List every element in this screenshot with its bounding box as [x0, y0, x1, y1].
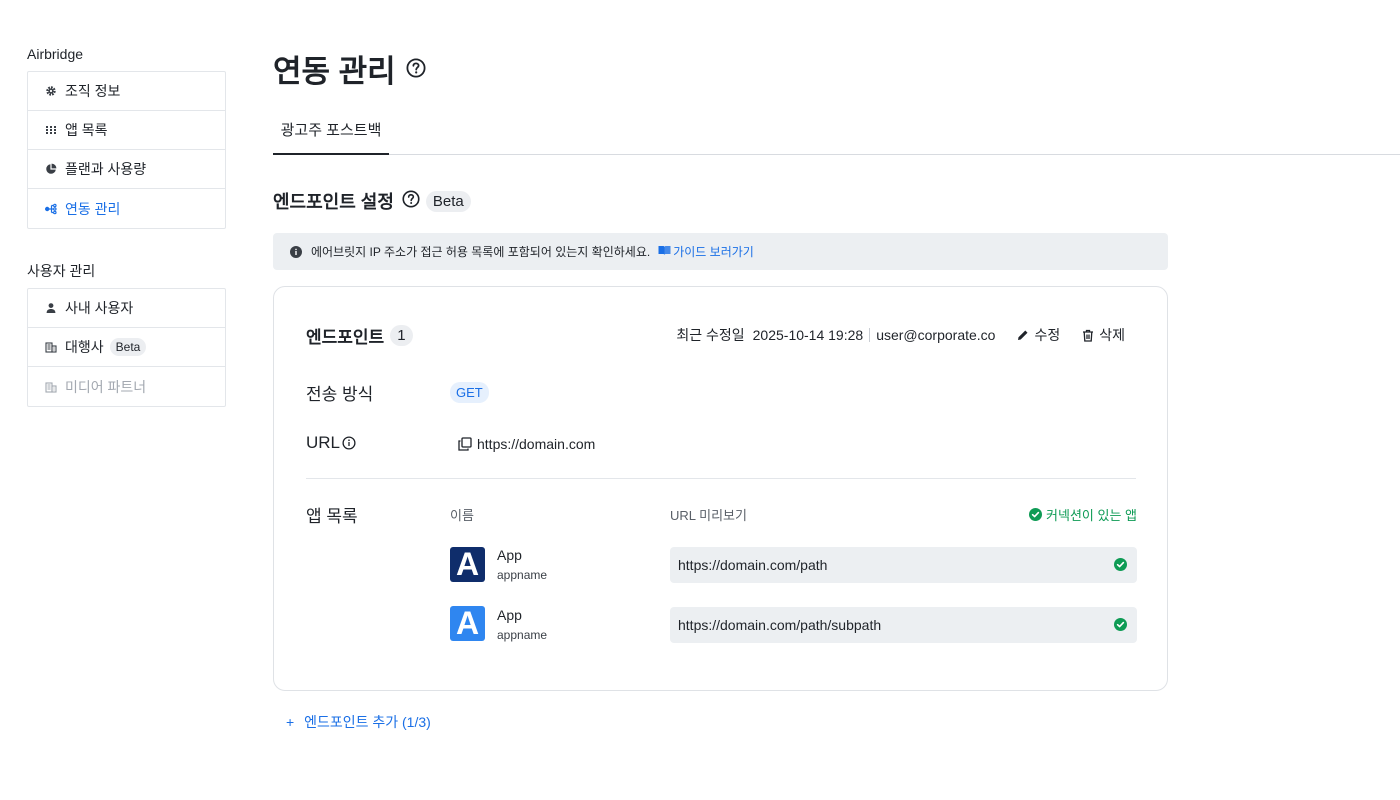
- sidebar-group-title-users: 사용자 관리: [27, 263, 96, 279]
- beta-badge: Beta: [109, 338, 147, 356]
- delete-label: 삭제: [1099, 327, 1125, 343]
- url-preview-field[interactable]: https://domain.com/path/subpath: [670, 607, 1137, 643]
- connected-apps-indicator: 커넥션이 있는 앱: [1029, 505, 1137, 524]
- check-circle-icon: [1114, 558, 1127, 571]
- sidebar-item-label: 조직 정보: [65, 83, 121, 99]
- sidebar-menu-airbridge: 조직 정보 앱 목록 플랜과 사용량 연동 관리: [27, 71, 226, 229]
- check-circle-icon: [1114, 618, 1127, 631]
- plus-icon: +: [286, 714, 295, 730]
- info-icon[interactable]: [342, 436, 356, 450]
- sidebar-item-media-partner[interactable]: 미디어 파트너: [28, 367, 225, 406]
- guide-link-label: 가이드 보러가기: [673, 245, 754, 259]
- modified-label: 최근 수정일: [676, 327, 745, 343]
- url-label: URL: [306, 433, 356, 453]
- sidebar-item-integration[interactable]: 연동 관리: [28, 189, 225, 228]
- method-label: 전송 방식: [306, 385, 374, 404]
- grid-icon: [45, 124, 57, 136]
- tab-advertiser-postback[interactable]: 광고주 포스트백: [273, 114, 389, 155]
- method-badge: GET: [450, 382, 489, 403]
- endpoint-card: 엔드포인트 1 최근 수정일 2025-10-14 19:28 user@cor…: [273, 286, 1168, 691]
- app-icon: A: [450, 546, 485, 582]
- endpoint-url[interactable]: https://domain.com: [458, 436, 595, 452]
- beta-badge: Beta: [425, 190, 471, 212]
- guide-link[interactable]: 가이드 보러가기: [658, 243, 754, 260]
- sidebar-item-agency[interactable]: 대행사 Beta: [28, 328, 225, 367]
- copy-icon[interactable]: [458, 437, 472, 451]
- column-header-url-preview: URL 미리보기: [670, 508, 747, 523]
- pencil-icon: [1018, 330, 1028, 340]
- modified-date: 2025-10-14 19:28: [752, 327, 864, 343]
- ip-allowlist-notice: 에어브릿지 IP 주소가 접근 허용 목록에 포함되어 있는지 확인하세요. 가…: [273, 233, 1168, 270]
- help-icon[interactable]: [402, 189, 420, 213]
- section-title: 엔드포인트 설정 Beta: [273, 188, 471, 214]
- connected-apps-label: 커넥션이 있는 앱: [1046, 508, 1137, 523]
- endpoint-meta: 최근 수정일 2025-10-14 19:28 user@corporate.c…: [676, 325, 1125, 345]
- sidebar-item-label: 앱 목록: [65, 122, 108, 138]
- endpoint-title-text: 엔드포인트: [306, 328, 385, 347]
- endpoint-count-badge: 1: [390, 325, 413, 346]
- sidebar-item-plan-usage[interactable]: 플랜과 사용량: [28, 150, 225, 189]
- app-subname: appname: [497, 568, 548, 582]
- sidebar-item-label: 사내 사용자: [65, 300, 134, 316]
- sidebar-item-label: 연동 관리: [65, 200, 121, 217]
- user-icon: [45, 302, 57, 314]
- modified-by: user@corporate.co: [876, 327, 996, 343]
- sidebar-item-label: 대행사: [65, 339, 104, 355]
- notice-text: 에어브릿지 IP 주소가 접근 허용 목록에 포함되어 있는지 확인하세요.: [311, 245, 651, 259]
- sidebar: Airbridge 조직 정보 앱 목록 플랜과 사용량 연동 관리 사용자 관…: [27, 44, 226, 407]
- sidebar-group-title-airbridge: Airbridge: [27, 46, 84, 62]
- page-title: 연동 관리: [273, 48, 426, 89]
- delete-button[interactable]: 삭제: [1082, 325, 1125, 345]
- sidebar-menu-users: 사내 사용자 대행사 Beta 미디어 파트너: [27, 288, 226, 407]
- app-subname: appname: [497, 628, 548, 642]
- endpoint-title: 엔드포인트 1: [306, 323, 413, 348]
- endpoint-url-text: https://domain.com: [477, 436, 596, 452]
- gear-icon: [45, 85, 57, 97]
- pie-chart-icon: [45, 163, 57, 175]
- sidebar-item-label: 미디어 파트너: [65, 378, 147, 395]
- trash-icon: [1083, 329, 1094, 342]
- help-icon[interactable]: [406, 50, 426, 86]
- app-icon: A: [450, 605, 485, 641]
- url-label-text: URL: [306, 433, 341, 452]
- integration-icon: [45, 203, 57, 215]
- sidebar-item-app-list[interactable]: 앱 목록: [28, 111, 225, 150]
- meta-divider: [869, 328, 871, 342]
- edit-label: 수정: [1034, 327, 1061, 343]
- page-title-text: 연동 관리: [273, 53, 396, 89]
- apps-label: 앱 목록: [306, 507, 358, 526]
- url-preview-text: https://domain.com/path: [678, 557, 828, 573]
- sidebar-item-internal-users[interactable]: 사내 사용자: [28, 289, 225, 328]
- url-preview-field[interactable]: https://domain.com/path: [670, 547, 1137, 583]
- check-circle-icon: [1029, 508, 1043, 521]
- info-icon: [290, 245, 302, 258]
- app-name: App: [497, 607, 522, 623]
- sidebar-item-organization[interactable]: 조직 정보: [28, 72, 225, 111]
- column-header-name: 이름: [450, 508, 474, 523]
- url-preview-text: https://domain.com/path/subpath: [678, 617, 882, 633]
- add-endpoint-button[interactable]: + 엔드포인트 추가 (1/3): [286, 712, 431, 732]
- building-icon: [45, 341, 57, 353]
- section-title-text: 엔드포인트 설정: [273, 192, 394, 212]
- tab-bar: 광고주 포스트백: [273, 114, 1400, 155]
- app-name: App: [497, 547, 522, 563]
- add-endpoint-label: 엔드포인트 추가 (1/3): [304, 714, 431, 730]
- book-icon: [658, 245, 671, 259]
- card-divider: [306, 478, 1136, 479]
- sidebar-item-label: 플랜과 사용량: [65, 161, 147, 177]
- building-icon: [45, 381, 57, 393]
- edit-button[interactable]: 수정: [1017, 325, 1060, 345]
